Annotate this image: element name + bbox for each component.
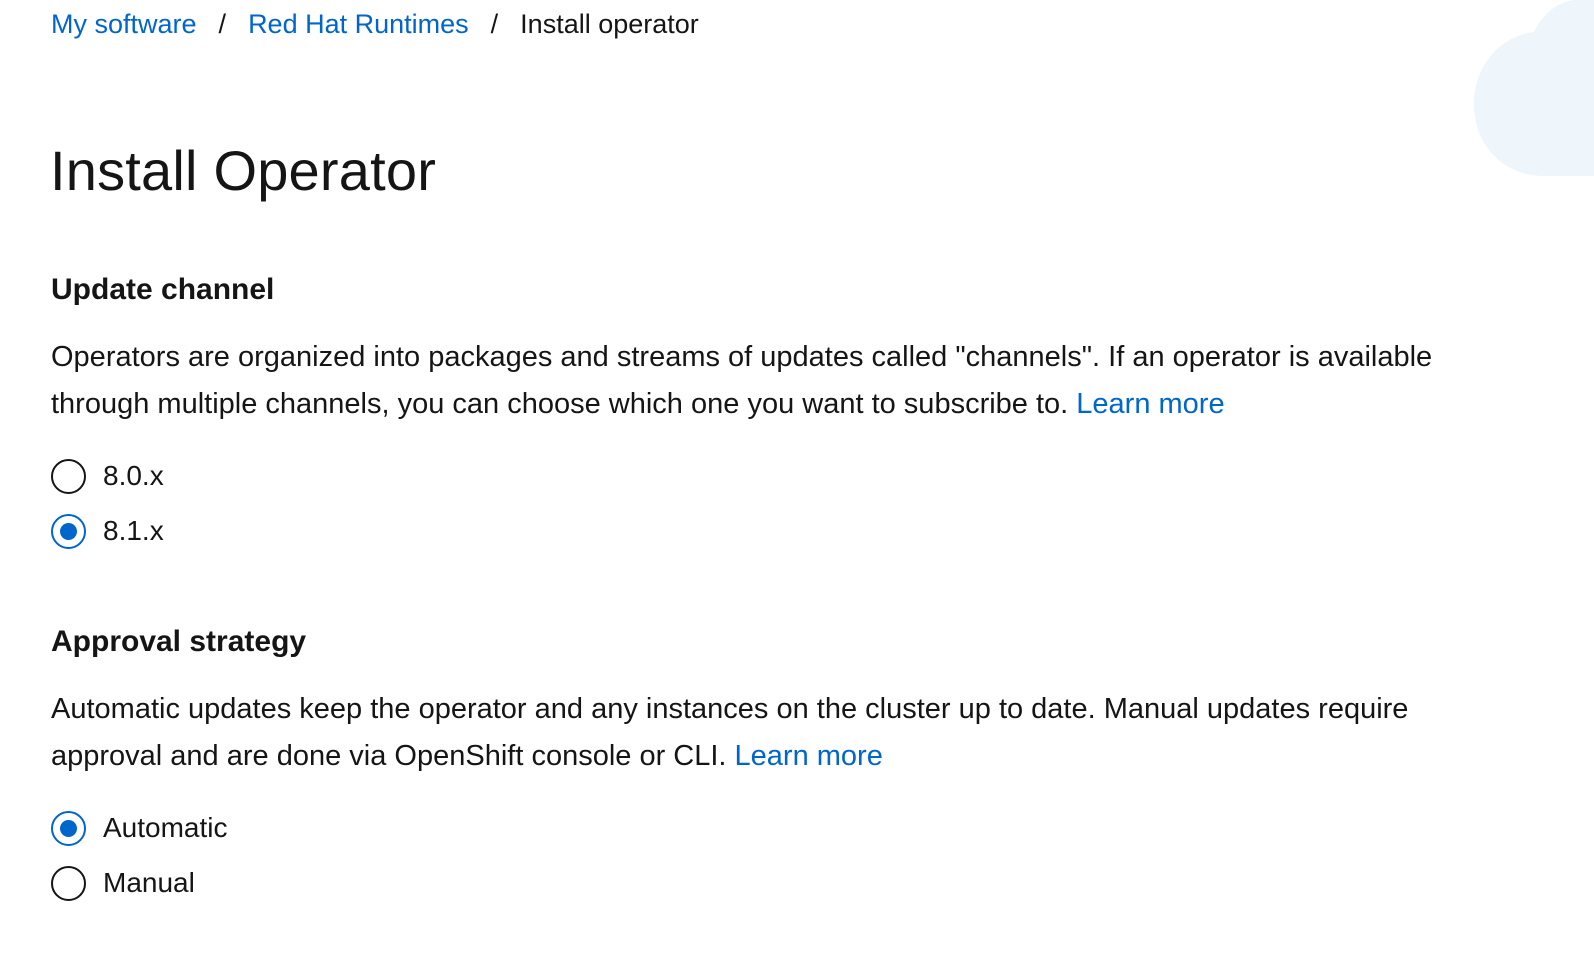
channel-option-label: 8.0.x: [103, 460, 164, 491]
breadcrumb: My software / Red Hat Runtimes / Install…: [51, 6, 699, 42]
breadcrumb-my-software-link[interactable]: My software: [51, 6, 197, 42]
cloud-decoration: [1474, 0, 1594, 176]
breadcrumb-separator: /: [218, 9, 227, 39]
breadcrumb-separator: /: [490, 9, 499, 39]
approval-strategy-description-text: Automatic updates keep the operator and …: [51, 693, 1409, 772]
update-channel-learn-more-link[interactable]: Learn more: [1076, 388, 1224, 420]
radio-unchecked-icon[interactable]: [51, 458, 86, 494]
radio-unchecked-icon[interactable]: [51, 865, 86, 901]
update-channel-heading: Update channel: [51, 273, 275, 306]
approval-strategy-heading: Approval strategy: [51, 625, 307, 658]
radio-checked-icon[interactable]: [51, 513, 86, 549]
install-operator-page: My software / Red Hat Runtimes / Install…: [0, 0, 1594, 964]
approval-option-automatic[interactable]: Automatic: [51, 808, 228, 848]
update-channel-description-text: Operators are organized into packages an…: [51, 341, 1433, 420]
approval-strategy-learn-more-link[interactable]: Learn more: [735, 740, 883, 772]
page-title: Install Operator: [50, 139, 437, 202]
channel-option-8-0-x[interactable]: 8.0.x: [51, 456, 164, 496]
channel-option-label: 8.1.x: [103, 515, 164, 546]
approval-option-label: Automatic: [103, 812, 228, 843]
update-channel-description: Operators are organized into packages an…: [51, 334, 1491, 428]
channel-option-8-1-x[interactable]: 8.1.x: [51, 511, 164, 551]
approval-strategy-description: Automatic updates keep the operator and …: [51, 686, 1491, 780]
breadcrumb-current-page: Install operator: [520, 9, 699, 39]
approval-option-label: Manual: [103, 867, 195, 898]
breadcrumb-red-hat-runtimes-link[interactable]: Red Hat Runtimes: [248, 6, 469, 42]
radio-checked-icon[interactable]: [51, 810, 86, 846]
approval-option-manual[interactable]: Manual: [51, 863, 195, 903]
